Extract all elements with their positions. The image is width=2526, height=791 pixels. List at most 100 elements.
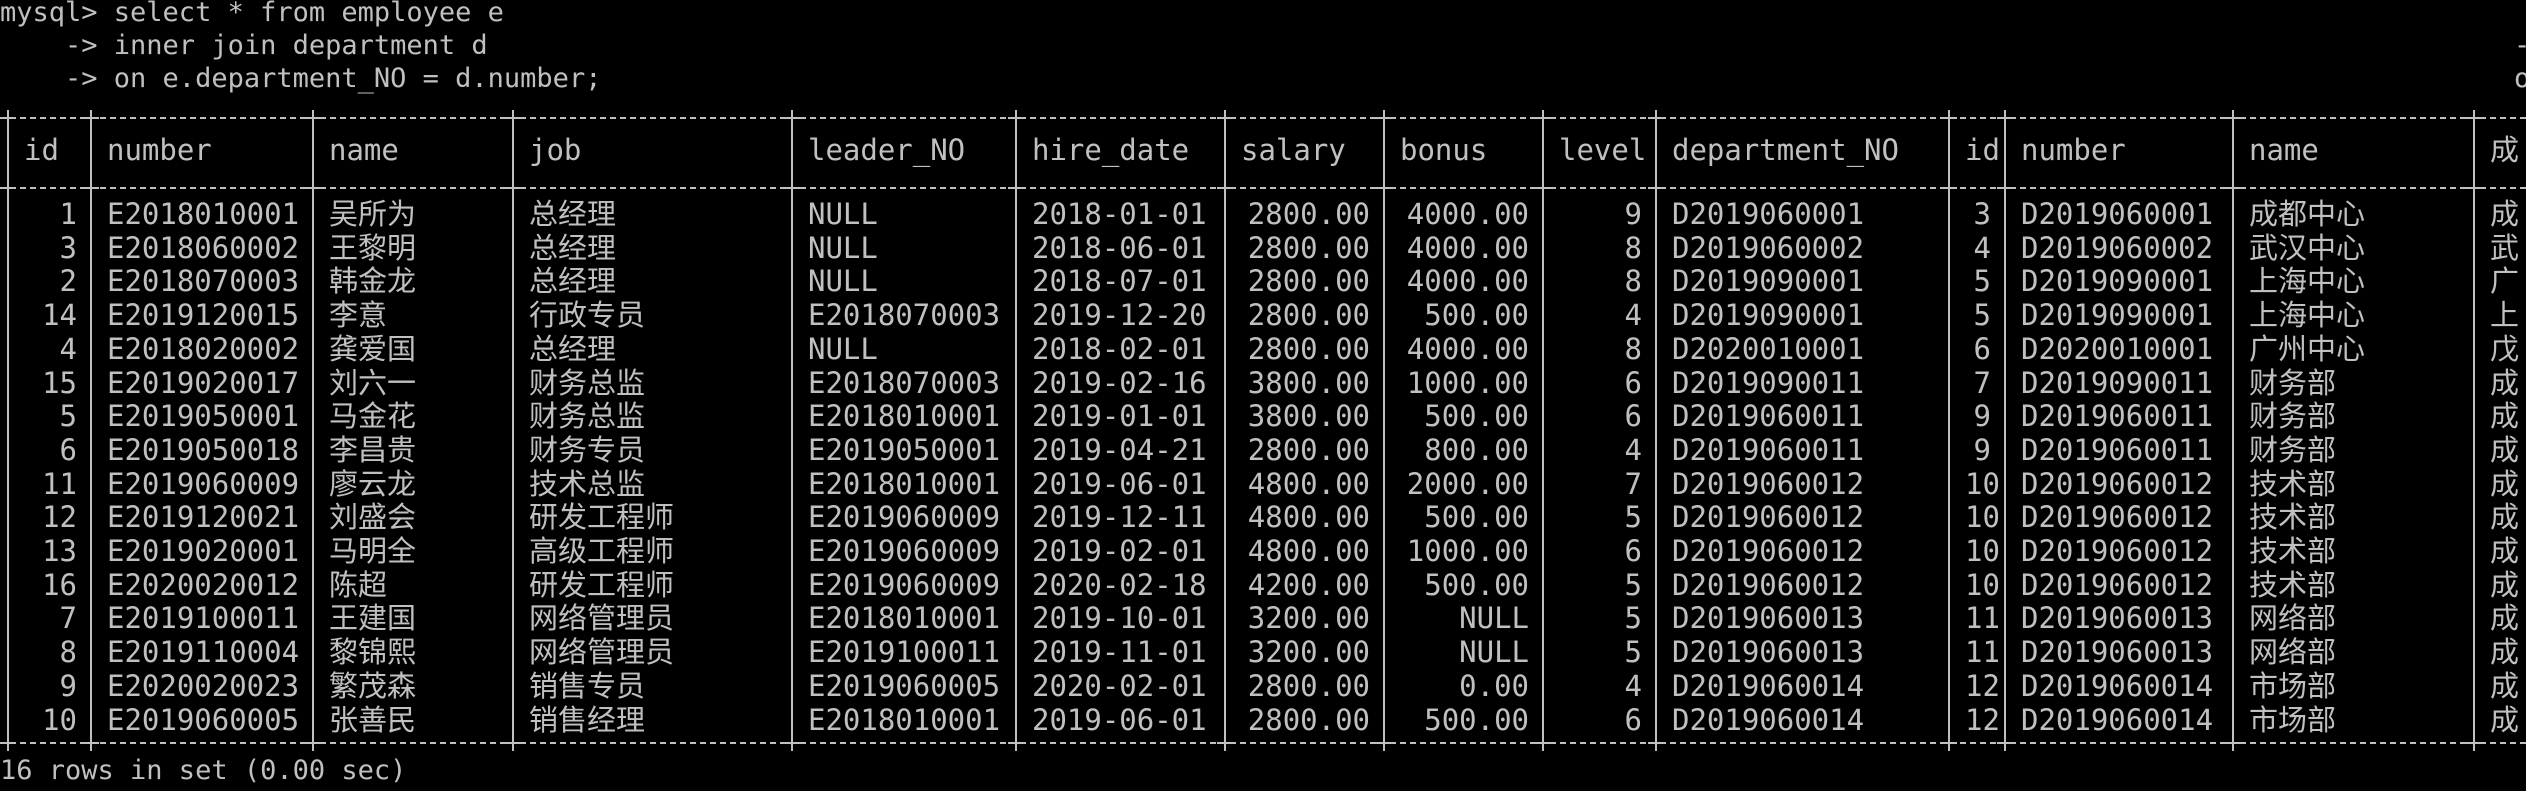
table-cell: 广 <box>2490 265 2520 298</box>
table-cell: 黎锦熙 <box>329 635 417 669</box>
table-cell: D2019060014 <box>1672 703 1865 737</box>
table-cell: D2019060011 <box>2021 433 2214 467</box>
border-corner <box>1535 735 1551 751</box>
result-summary: 16 rows in set (0.00 sec) <box>0 755 407 786</box>
table-cell: 2800.00 <box>1247 669 1370 703</box>
table-cell: D2019060012 <box>1672 500 1865 534</box>
table-cell: 6 <box>1624 399 1642 433</box>
table-cell: E2019060005 <box>107 703 300 737</box>
table-cell: 10 <box>42 703 77 737</box>
table-cell: E2019120021 <box>107 500 300 534</box>
border-corner <box>2466 180 2482 196</box>
table-cell: 总经理 <box>529 332 617 366</box>
table-cell: 成 <box>2490 434 2520 467</box>
table-cell: 2000.00 <box>1406 467 1529 501</box>
table-cell: 研发工程师 <box>529 568 675 602</box>
border-corner <box>1008 110 1024 126</box>
table-cell: 2019-12-20 <box>1032 298 1207 332</box>
table-cell: E2020020023 <box>107 669 300 703</box>
table-cell: 2800.00 <box>1247 703 1370 737</box>
table-cell: E2019050001 <box>107 399 300 433</box>
table-cell: NULL <box>808 264 878 298</box>
border-corner <box>1941 180 1957 196</box>
table-cell: 总经理 <box>529 197 617 231</box>
table-cell: 2018-07-01 <box>1032 264 1207 298</box>
table-cell: 7 <box>1624 467 1642 501</box>
table-cell: E2018010001 <box>107 197 300 231</box>
table-cell: 4800.00 <box>1247 534 1370 568</box>
column-header: 成 <box>2490 134 2520 167</box>
column-header: id <box>24 133 59 167</box>
table-cell: 1000.00 <box>1406 366 1529 400</box>
table-cell: 4000.00 <box>1406 264 1529 298</box>
table-cell: 5 <box>59 399 77 433</box>
column-header: job <box>529 133 582 167</box>
border-corner <box>2225 180 2241 196</box>
table-cell: 5 <box>1973 298 1991 332</box>
table-cell: 财务部 <box>2249 366 2337 400</box>
table-cell: 2019-02-01 <box>1032 534 1207 568</box>
table-cell: 4000.00 <box>1406 332 1529 366</box>
border-corner <box>1648 735 1664 751</box>
table-cell: NULL <box>808 332 878 366</box>
table-cell: 陈超 <box>329 568 388 602</box>
table-cell: 网络管理员 <box>529 635 675 669</box>
truncated-output-fragment: o <box>2514 63 2526 94</box>
table-cell: 总经理 <box>529 264 617 298</box>
table-cell: 网络部 <box>2249 601 2337 635</box>
table-cell: 2018-01-01 <box>1032 197 1207 231</box>
table-cell: 技术部 <box>2249 568 2337 602</box>
table-cell: 12 <box>42 500 77 534</box>
table-cell: 8 <box>1624 231 1642 265</box>
table-cell: 成 <box>2490 198 2520 231</box>
table-cell: E2019060005 <box>808 669 1001 703</box>
table-cell: 2019-12-11 <box>1032 500 1207 534</box>
table-cell: 技术总监 <box>529 467 646 501</box>
table-cell: 3800.00 <box>1247 366 1370 400</box>
table-cell: D2019060001 <box>2021 197 2214 231</box>
table-cell: E2018070003 <box>808 298 1001 332</box>
table-cell: D2019060014 <box>1672 669 1865 703</box>
table-cell: 2019-11-01 <box>1032 635 1207 669</box>
table-cell: 2019-02-16 <box>1032 366 1207 400</box>
column-header: name <box>2249 133 2319 167</box>
table-cell: 500.00 <box>1424 703 1529 737</box>
table-cell: D2019090011 <box>1672 366 1865 400</box>
column-separator <box>1655 196 1657 735</box>
table-border-line <box>0 180 2526 196</box>
table-cell: 5 <box>1624 568 1642 602</box>
table-cell: 张善民 <box>329 703 417 737</box>
table-cell: 成 <box>2490 468 2520 501</box>
border-corner <box>1535 180 1551 196</box>
table-cell: D2019060012 <box>2021 534 2214 568</box>
table-cell: 10 <box>1965 467 2000 501</box>
border-corner <box>2225 735 2241 751</box>
table-cell: 王建国 <box>329 601 417 635</box>
border-corner <box>83 735 99 751</box>
column-header: bonus <box>1400 133 1488 167</box>
table-cell: E2019050018 <box>107 433 300 467</box>
table-cell: D2019060002 <box>1672 231 1865 265</box>
table-cell: D2019090001 <box>1672 264 1865 298</box>
column-header: salary <box>1241 133 1346 167</box>
table-cell: E2018010001 <box>808 703 1001 737</box>
table-cell: 王黎明 <box>329 231 417 265</box>
table-cell: 7 <box>1973 366 1991 400</box>
table-border-line <box>0 735 2526 751</box>
table-cell: E2020020012 <box>107 568 300 602</box>
table-cell: 上海中心 <box>2249 264 2366 298</box>
table-cell: 2800.00 <box>1247 332 1370 366</box>
table-border-line <box>0 110 2526 126</box>
table-cell: D2019090001 <box>2021 298 2214 332</box>
table-cell: E2019100011 <box>808 635 1001 669</box>
table-cell: 8 <box>1624 264 1642 298</box>
table-cell: 2800.00 <box>1247 264 1370 298</box>
table-cell: E2019110004 <box>107 635 300 669</box>
sql-command-line: mysql> select * from employee e <box>0 0 504 28</box>
table-cell: D2019060014 <box>2021 669 2214 703</box>
column-separator <box>7 126 9 180</box>
table-cell: 10 <box>1965 500 2000 534</box>
border-corner <box>83 180 99 196</box>
table-cell: 网络管理员 <box>529 601 675 635</box>
border-corner <box>784 110 800 126</box>
